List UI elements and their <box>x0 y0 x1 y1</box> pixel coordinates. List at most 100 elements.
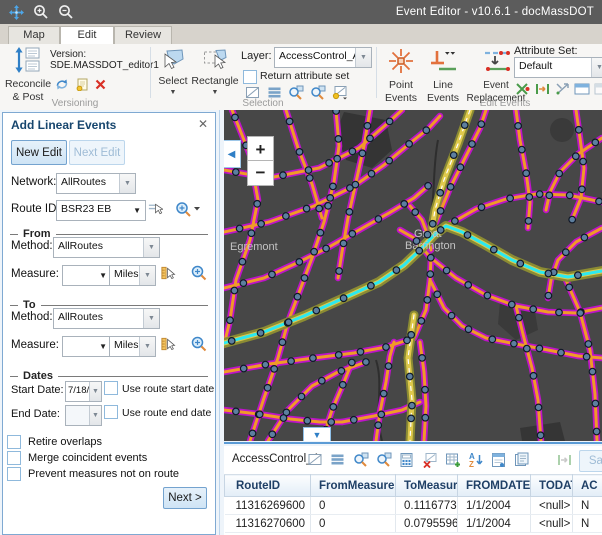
retire-overlaps-checkbox[interactable] <box>7 435 21 449</box>
from-method-select[interactable]: AllRoutes ▼ <box>53 237 160 258</box>
use-route-start-label: Use route start date <box>122 383 214 395</box>
map-zoom-in-button[interactable]: + <box>247 136 274 163</box>
zoom-to-selected-icon[interactable] <box>375 451 392 468</box>
tabbar: Map Edit Review <box>0 24 602 45</box>
col-tomeasure[interactable]: ToMeasure <box>396 475 458 497</box>
chevron-down-icon: ▼ <box>99 337 107 356</box>
events-window-icon[interactable] <box>594 81 602 96</box>
select-route-icon[interactable] <box>147 201 163 216</box>
start-date-label: Start Date: <box>11 384 64 396</box>
panel-splitter[interactable] <box>219 110 220 535</box>
col-todate[interactable]: TODATE <box>531 475 573 497</box>
event-replacement-icon <box>479 48 513 78</box>
table-row[interactable]: 11316269600 0 0.1116773 1/1/2004 <null> … <box>225 497 602 515</box>
from-unit-select[interactable]: Miles ▼ <box>109 265 156 286</box>
attribute-form-icon[interactable] <box>490 451 507 468</box>
chevron-down-icon: ▼ <box>143 309 159 328</box>
from-method-label: Method: <box>11 240 53 252</box>
sort-az-icon[interactable]: AZ <box>467 451 484 468</box>
pan-icon[interactable] <box>8 4 24 20</box>
layer-select[interactable]: AccessControl_A ▼ <box>274 47 372 68</box>
route-id-value: BSR23 EB <box>61 203 111 215</box>
zoom-in-icon[interactable] <box>33 4 49 20</box>
reconcile-post-icon <box>13 47 43 77</box>
next-button[interactable]: Next > <box>163 487 207 509</box>
use-route-start-checkbox[interactable] <box>104 381 118 395</box>
select-icon <box>161 48 185 74</box>
from-measure-combo[interactable]: ▼ <box>62 265 112 286</box>
merge-coincident-checkbox[interactable] <box>7 451 21 465</box>
retire-overlaps-option[interactable]: Retire overlaps <box>7 435 102 449</box>
zoom-to-measure-icon[interactable] <box>191 336 207 351</box>
add-to-table-icon[interactable] <box>444 451 461 468</box>
prevent-measures-checkbox[interactable] <box>7 467 21 481</box>
zoom-to-route-icon[interactable] <box>175 201 201 216</box>
start-date-combo[interactable]: 7/18/ ▼ <box>65 381 102 402</box>
map-zoom-out-button[interactable]: − <box>247 160 274 186</box>
zoom-to-measure-icon[interactable] <box>191 265 207 280</box>
to-unit-select[interactable]: Miles ▼ <box>109 336 156 357</box>
use-route-end-label: Use route end date <box>122 407 211 419</box>
reconcile-version-icon[interactable] <box>54 77 70 92</box>
attribute-set-label: Attribute Set: <box>514 45 578 57</box>
chevron-down-icon: ▼ <box>89 406 101 425</box>
split-record-icon[interactable] <box>556 451 573 468</box>
col-routeid[interactable]: RouteID <box>225 475 311 497</box>
tab-edit[interactable]: Edit <box>60 26 114 45</box>
line-events-label: Line <box>433 80 453 92</box>
tab-review[interactable]: Review <box>114 26 172 44</box>
table-options-icon[interactable] <box>513 451 530 468</box>
from-unit-value: Miles <box>114 268 139 280</box>
content-area: Add Linear Events ✕ New Edit Next Edit N… <box>0 110 602 535</box>
close-icon[interactable]: ✕ <box>198 117 208 131</box>
to-measure-label: Measure: <box>11 339 59 351</box>
attribute-set-select[interactable]: Default ▼ <box>514 57 602 78</box>
tab-map[interactable]: Map <box>8 26 60 44</box>
new-edit-button[interactable]: New Edit <box>11 140 67 165</box>
clear-selection-icon[interactable] <box>421 451 438 468</box>
from-measure-label: Measure: <box>11 268 59 280</box>
reconcile-post-button[interactable]: Reconcile & Post <box>4 45 52 104</box>
field-calculator-icon[interactable] <box>398 451 415 468</box>
line-events-button[interactable]: Line Events <box>423 46 463 105</box>
attribute-window-icon[interactable] <box>574 81 590 96</box>
split-event-icon[interactable] <box>534 81 550 96</box>
select-by-shape-icon[interactable] <box>306 451 323 468</box>
table-row[interactable]: 11316270600 0 0.0795596 1/1/2004 <null> … <box>225 515 602 533</box>
collapse-table-button[interactable]: ▼ <box>303 427 331 441</box>
next-edit-button[interactable]: Next Edit <box>69 140 125 165</box>
snap-events-icon[interactable] <box>554 81 570 96</box>
return-attribute-set-label: Return attribute set <box>260 70 349 82</box>
pick-measure-icon[interactable] <box>160 265 176 280</box>
merge-coincident-option[interactable]: Merge coincident events <box>7 451 147 465</box>
delete-version-icon[interactable] <box>92 77 108 92</box>
return-attribute-set-checkbox[interactable] <box>243 70 257 84</box>
pick-measure-icon[interactable] <box>160 336 176 351</box>
to-measure-combo[interactable]: ▼ <box>62 336 112 357</box>
select-all-rows-icon[interactable] <box>329 451 346 468</box>
collapse-panel-button[interactable]: ◀ <box>224 140 241 168</box>
col-fromdate[interactable]: FROMDATE <box>458 475 531 497</box>
zoom-to-selection-icon[interactable] <box>352 451 369 468</box>
prevent-measures-option[interactable]: Prevent measures not on route <box>7 467 179 481</box>
rectangle-button[interactable]: Rectangle ▼ <box>192 46 238 96</box>
zoom-out-icon[interactable] <box>58 4 74 20</box>
map-canvas[interactable]: Egremont Great Barrington <box>224 110 602 441</box>
network-select[interactable]: AllRoutes ▼ <box>56 173 136 194</box>
point-events-button[interactable]: Point Events <box>381 46 421 105</box>
route-id-combo[interactable]: BSR23 EB ▼ <box>56 200 146 221</box>
end-date-combo[interactable]: ▼ <box>65 405 102 426</box>
save-button[interactable]: Save <box>579 450 602 472</box>
merge-events-icon[interactable] <box>514 81 530 96</box>
use-route-end-checkbox[interactable] <box>104 405 118 419</box>
post-version-icon[interactable] <box>74 77 90 92</box>
select-button[interactable]: Select ▼ <box>156 46 190 96</box>
col-frommeasure[interactable]: FromMeasure <box>311 475 396 497</box>
to-method-select[interactable]: AllRoutes ▼ <box>53 308 160 329</box>
chevron-down-icon: ▼ <box>170 89 177 96</box>
table-toolbar: AccessControl_A <box>224 446 602 475</box>
network-value: AllRoutes <box>61 176 106 188</box>
col-accesscontrol[interactable]: AC <box>573 475 602 497</box>
app-title: Event Editor - v10.6.1 - docMassDOT <box>396 6 594 18</box>
to-unit-value: Miles <box>114 339 139 351</box>
